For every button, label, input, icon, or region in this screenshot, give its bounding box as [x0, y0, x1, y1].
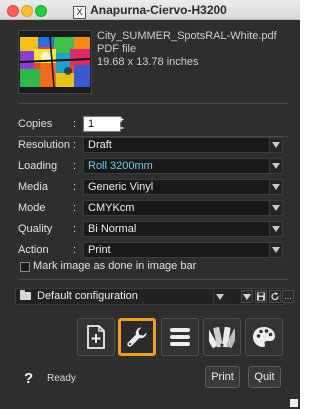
chevron-down-icon[interactable]: [269, 138, 282, 152]
copies-label: Copies: [18, 118, 53, 130]
palette-icon: [253, 327, 275, 347]
add-page-icon: [87, 325, 105, 349]
print-button[interactable]: Print: [205, 366, 240, 388]
quality-value: Bi Normal: [88, 223, 137, 235]
resolution-colon: :: [73, 139, 77, 151]
divider: [18, 103, 288, 104]
resolution-label: Resolution: [18, 139, 70, 151]
copies-input[interactable]: 1: [83, 116, 121, 132]
palette-tool-button[interactable]: [245, 318, 283, 356]
chevron-down-icon[interactable]: [269, 201, 282, 215]
media-colon: :: [73, 181, 77, 193]
quality-colon: :: [73, 223, 77, 235]
configuration-label: Default configuration: [37, 290, 138, 302]
swatches-tool-button[interactable]: [203, 318, 241, 356]
status-text: Ready: [47, 373, 76, 384]
mode-colon: :: [73, 202, 77, 214]
file-size: 19.68 x 13.78 inches: [97, 56, 199, 68]
printer-window: X Anapurna-Ciervo-H3200 City_SUMMER_Spot…: [0, 0, 300, 409]
chevron-down-icon[interactable]: [269, 180, 282, 194]
mode-label: Mode: [18, 202, 46, 214]
more-options-button[interactable]: ...: [282, 290, 294, 303]
thumbnail-image: [20, 37, 90, 87]
quality-select[interactable]: Bi Normal: [83, 221, 283, 237]
refresh-icon[interactable]: [269, 290, 281, 303]
resolution-select[interactable]: Draft: [83, 137, 283, 153]
title-bar: X Anapurna-Ciervo-H3200: [0, 0, 300, 20]
mode-select[interactable]: CMYKcm: [83, 200, 283, 216]
x11-icon: X: [73, 6, 87, 19]
chevron-down-icon[interactable]: [269, 243, 282, 257]
action-value: Print: [88, 244, 111, 256]
mark-image-label: Mark image as done in image bar: [33, 260, 197, 272]
window-title-group: X Anapurna-Ciervo-H3200: [0, 3, 300, 19]
copies-stepper[interactable]: [117, 116, 125, 132]
file-info: City_SUMMER_SpotsRAL-White.pdf PDF file …: [97, 30, 292, 69]
add-page-button[interactable]: [77, 318, 115, 356]
media-select[interactable]: Generic Vinyl: [83, 179, 283, 195]
file-thumbnail: [18, 30, 92, 94]
loading-colon: :: [73, 160, 77, 172]
folder-icon: [20, 290, 31, 300]
help-button[interactable]: ?: [24, 370, 33, 387]
resolution-value: Draft: [88, 139, 112, 151]
loading-label: Loading: [18, 160, 58, 172]
mark-image-checkbox[interactable]: [20, 262, 30, 272]
divider: [18, 279, 288, 280]
action-select[interactable]: Print: [83, 242, 283, 258]
chevron-down-icon[interactable]: [269, 222, 282, 236]
loading-value: Roll 3200mm: [88, 160, 153, 172]
chevron-down-icon[interactable]: [241, 290, 253, 303]
quality-label: Quality: [18, 223, 53, 235]
resize-grip[interactable]: [290, 399, 298, 407]
save-icon[interactable]: [255, 290, 267, 303]
mode-value: CMYKcm: [88, 202, 135, 214]
file-type: PDF file: [97, 43, 137, 55]
wrench-icon: [127, 327, 147, 347]
file-name: City_SUMMER_SpotsRAL-White.pdf: [97, 30, 277, 42]
quit-button[interactable]: Quit: [248, 366, 281, 388]
window-title: Anapurna-Ciervo-H3200: [90, 3, 227, 17]
copies-colon: :: [73, 118, 77, 130]
swatches-icon: [209, 326, 235, 348]
media-label: Media: [18, 181, 48, 193]
list-tool-button[interactable]: [161, 318, 199, 356]
chevron-down-icon[interactable]: [269, 159, 282, 173]
settings-tool-button[interactable]: [118, 318, 156, 356]
action-label: Action: [18, 244, 49, 256]
action-colon: :: [73, 244, 77, 256]
list-icon: [170, 328, 190, 346]
loading-select[interactable]: Roll 3200mm: [83, 158, 283, 174]
media-value: Generic Vinyl: [88, 181, 154, 193]
chevron-down-icon[interactable]: [213, 290, 226, 303]
configuration-select[interactable]: Default configuration ...: [15, 288, 294, 305]
